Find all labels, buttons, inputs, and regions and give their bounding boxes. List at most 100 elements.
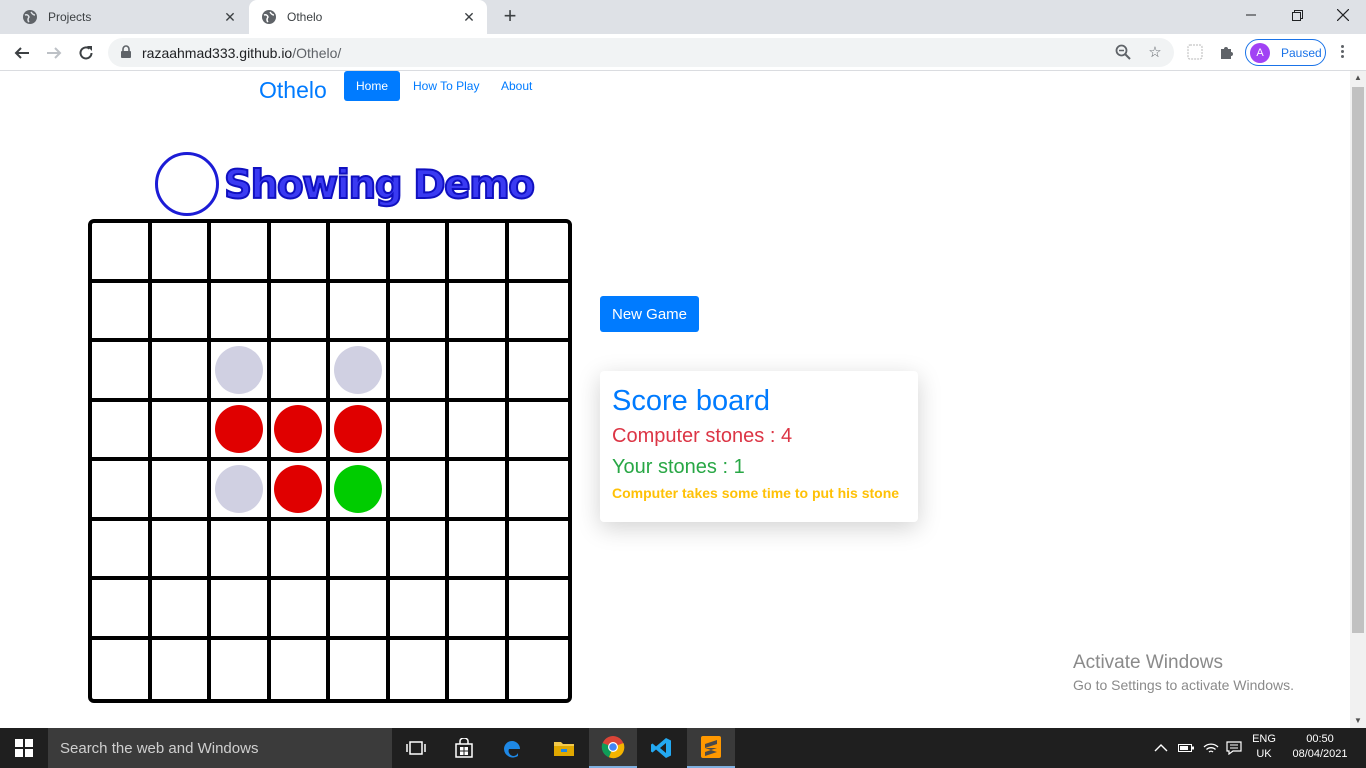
- board-cell[interactable]: [449, 223, 509, 283]
- board-cell[interactable]: [151, 223, 211, 283]
- board-cell[interactable]: [508, 461, 568, 521]
- input-language[interactable]: ENG UK: [1250, 732, 1278, 762]
- close-window-button[interactable]: [1320, 0, 1366, 30]
- board-cell[interactable]: [92, 401, 152, 461]
- board-cell[interactable]: [151, 580, 211, 640]
- menu-dots-icon[interactable]: [1338, 43, 1346, 63]
- board-cell[interactable]: [389, 401, 449, 461]
- board-cell[interactable]: [151, 520, 211, 580]
- board-cell[interactable]: [508, 223, 568, 283]
- profile-button[interactable]: A Paused: [1245, 39, 1326, 66]
- zoom-icon[interactable]: [1114, 44, 1132, 62]
- board-cell[interactable]: [508, 402, 568, 461]
- board-cell[interactable]: [330, 520, 390, 580]
- board-cell[interactable]: [330, 461, 390, 521]
- board-cell[interactable]: [270, 461, 330, 521]
- board-cell[interactable]: [449, 639, 509, 699]
- address-bar[interactable]: razaahmad333.github.io/Othelo/ ☆: [108, 38, 1174, 67]
- start-button[interactable]: [0, 728, 48, 768]
- board-cell[interactable]: [152, 639, 211, 699]
- valid-move-marker[interactable]: [333, 345, 382, 394]
- back-button[interactable]: [8, 39, 36, 67]
- board-cell[interactable]: [270, 282, 330, 342]
- taskbar-search-input[interactable]: Search the web and Windows: [48, 728, 392, 768]
- board-cell[interactable]: [151, 461, 211, 521]
- forward-button[interactable]: [40, 39, 68, 67]
- board-cell[interactable]: [449, 520, 509, 580]
- board-cell[interactable]: [211, 342, 271, 402]
- board-cell[interactable]: [92, 580, 152, 640]
- board-cell[interactable]: [211, 520, 271, 580]
- taskbar-clock[interactable]: 00:50 08/04/2021: [1290, 732, 1350, 762]
- extension-icon[interactable]: [1186, 44, 1204, 62]
- board-cell[interactable]: [92, 520, 152, 580]
- board-cell[interactable]: [449, 282, 509, 342]
- board-cell[interactable]: [508, 342, 568, 402]
- nav-link-about[interactable]: About: [489, 71, 544, 101]
- site-brand[interactable]: Othelo: [259, 77, 327, 104]
- scrollbar-thumb[interactable]: [1352, 87, 1364, 633]
- board-cell[interactable]: [270, 342, 330, 402]
- tab-othelo[interactable]: Othelo ✕: [249, 0, 487, 34]
- board-cell[interactable]: [211, 223, 271, 283]
- board-cell[interactable]: [211, 580, 271, 640]
- board-cell[interactable]: [92, 282, 152, 342]
- board-cell[interactable]: [330, 282, 390, 342]
- board-cell[interactable]: [330, 401, 390, 461]
- board-cell[interactable]: [330, 639, 390, 699]
- board-cell[interactable]: [270, 520, 330, 580]
- network-status[interactable]: [1203, 728, 1219, 768]
- battery-status[interactable]: [1178, 728, 1194, 768]
- board-cell[interactable]: [151, 282, 211, 342]
- scroll-down-icon[interactable]: ▼: [1350, 714, 1366, 728]
- show-hidden-icons-button[interactable]: [1154, 728, 1168, 768]
- board-cell[interactable]: [92, 639, 152, 699]
- task-view-button[interactable]: [392, 728, 440, 768]
- board-cell[interactable]: [449, 580, 509, 640]
- reload-button[interactable]: [72, 39, 100, 67]
- board-cell[interactable]: [92, 461, 152, 521]
- board-cell[interactable]: [389, 580, 449, 640]
- board-cell[interactable]: [211, 639, 271, 699]
- board-cell[interactable]: [92, 342, 152, 402]
- board-cell[interactable]: [92, 223, 152, 283]
- board-cell[interactable]: [330, 342, 390, 402]
- board-cell[interactable]: [449, 401, 509, 461]
- board-cell[interactable]: [389, 520, 449, 580]
- board-cell[interactable]: [151, 342, 211, 402]
- valid-move-marker[interactable]: [214, 464, 263, 513]
- board-cell[interactable]: [389, 223, 449, 283]
- scroll-up-icon[interactable]: ▲: [1350, 71, 1366, 85]
- page-scrollbar[interactable]: ▲ ▼: [1350, 71, 1366, 728]
- board-cell[interactable]: [389, 282, 449, 342]
- close-icon[interactable]: ✕: [222, 9, 238, 25]
- board-cell[interactable]: [211, 282, 271, 342]
- board-cell[interactable]: [271, 639, 330, 699]
- board-cell[interactable]: [211, 461, 271, 521]
- restore-button[interactable]: [1274, 0, 1320, 30]
- board-cell[interactable]: [270, 580, 330, 640]
- board-cell[interactable]: [509, 640, 569, 700]
- board-cell[interactable]: [449, 461, 509, 521]
- close-icon[interactable]: ✕: [461, 9, 477, 25]
- board-cell[interactable]: [390, 639, 449, 699]
- board-cell[interactable]: [389, 461, 449, 521]
- minimize-button[interactable]: [1228, 0, 1274, 30]
- nav-link-home[interactable]: Home: [344, 71, 401, 101]
- board-cell[interactable]: [508, 283, 568, 342]
- board-cell[interactable]: [389, 342, 449, 402]
- sublime-app[interactable]: [687, 728, 735, 768]
- nav-link-how-to-play[interactable]: How To Play: [401, 71, 491, 101]
- board-cell[interactable]: [508, 580, 568, 640]
- vscode-app[interactable]: [637, 728, 685, 768]
- tab-projects[interactable]: Projects ✕: [8, 0, 248, 34]
- edge-app[interactable]: [488, 728, 536, 768]
- board-cell[interactable]: [449, 342, 509, 402]
- new-game-button[interactable]: New Game: [600, 296, 699, 332]
- file-explorer-app[interactable]: [540, 728, 588, 768]
- chrome-app[interactable]: [589, 728, 637, 768]
- notifications-button[interactable]: [1226, 728, 1242, 768]
- board-cell[interactable]: [151, 401, 211, 461]
- board-cell[interactable]: [330, 580, 390, 640]
- board-cell[interactable]: [270, 223, 330, 283]
